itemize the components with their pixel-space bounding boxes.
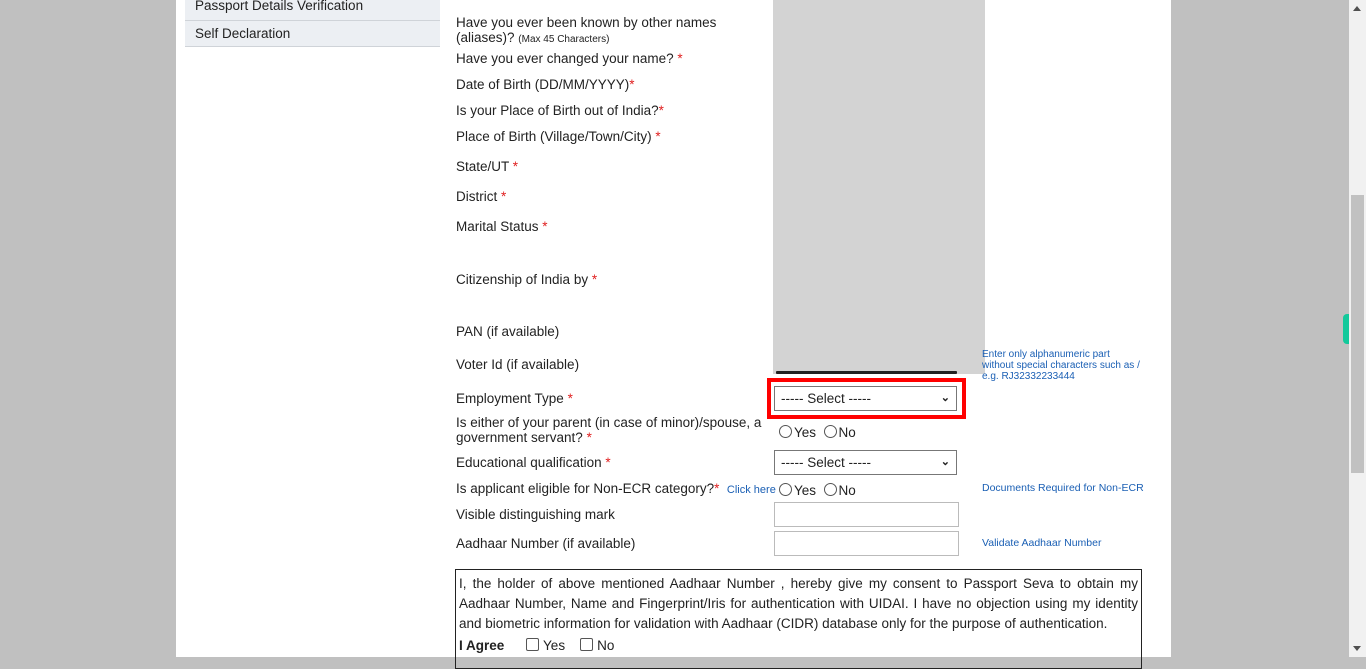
page-container bbox=[176, 0, 1171, 657]
i-agree-label: I Agree bbox=[459, 638, 505, 653]
agree-yes-checkbox[interactable] bbox=[526, 638, 540, 651]
required-mark: * bbox=[512, 159, 519, 174]
non-ecr-yes-radio[interactable] bbox=[779, 483, 792, 496]
employment-text: Employment Type bbox=[456, 391, 564, 406]
sidebar: Passport Details Verification Self Decla… bbox=[185, 0, 440, 47]
required-mark: * bbox=[629, 77, 635, 92]
marital-text: Marital Status bbox=[456, 219, 539, 234]
pob-label: Place of Birth (Village/Town/City) * bbox=[456, 129, 661, 144]
govt-servant-radio-group: Yes No bbox=[779, 425, 856, 440]
pob-out-label: Is your Place of Birth out of India?* bbox=[456, 103, 664, 118]
district-label: District * bbox=[456, 189, 506, 204]
agree-no-checkbox[interactable] bbox=[580, 638, 594, 651]
aliases-label-text-2: (aliases)? bbox=[456, 30, 515, 45]
required-mark: * bbox=[501, 189, 507, 204]
chevron-down-icon: ⌄ bbox=[940, 456, 950, 468]
aadhaar-number-input[interactable] bbox=[774, 531, 959, 556]
changed-name-text: Have you ever changed your name? bbox=[456, 51, 674, 66]
voter-hint-line-1: Enter only alphanumeric part bbox=[982, 349, 1110, 360]
voter-hint-line-3: e.g. RJ32332233444 bbox=[982, 371, 1075, 382]
chevron-down-icon: ⌄ bbox=[940, 392, 950, 404]
scroll-up-arrow-icon[interactable] bbox=[1353, 6, 1361, 11]
voter-id-hint: Enter only alphanumeric part without spe… bbox=[982, 349, 1140, 382]
aliases-label: Have you ever been known by other names … bbox=[456, 15, 716, 47]
required-mark: * bbox=[542, 219, 548, 234]
scroll-down-arrow-icon[interactable] bbox=[1353, 646, 1361, 651]
distinguishing-mark-label: Visible distinguishing mark bbox=[456, 507, 615, 522]
voter-hint-line-2: without special characters such as / bbox=[982, 360, 1140, 371]
sidebar-item-self-declaration[interactable]: Self Declaration bbox=[185, 21, 440, 47]
required-mark: * bbox=[567, 391, 573, 406]
required-mark: * bbox=[605, 455, 611, 470]
required-mark: * bbox=[714, 481, 720, 496]
education-select[interactable]: ----- Select ----- ⌄ bbox=[774, 450, 957, 475]
yes-label: Yes bbox=[794, 425, 817, 440]
no-label: No bbox=[838, 483, 856, 498]
non-ecr-click-here-link[interactable]: Click here bbox=[727, 484, 776, 496]
aadhaar-label: Aadhaar Number (if available) bbox=[456, 536, 636, 551]
dob-text: Date of Birth (DD/MM/YYYY) bbox=[456, 77, 630, 92]
yes-label: Yes bbox=[794, 483, 817, 498]
dob-label: Date of Birth (DD/MM/YYYY)* bbox=[456, 77, 635, 92]
no-label: No bbox=[838, 425, 856, 440]
pob-out-text: Is your Place of Birth out of India? bbox=[456, 103, 659, 118]
non-ecr-documents-link[interactable]: Documents Required for Non-ECR bbox=[982, 483, 1144, 494]
employment-type-label: Employment Type * bbox=[456, 391, 573, 406]
non-ecr-no-radio[interactable] bbox=[823, 483, 837, 496]
agree-yes-label: Yes bbox=[543, 638, 566, 653]
required-mark: * bbox=[677, 51, 683, 66]
validate-aadhaar-link[interactable]: Validate Aadhaar Number bbox=[982, 538, 1101, 549]
page-scrollbar[interactable] bbox=[1349, 0, 1366, 657]
citizenship-label: Citizenship of India by * bbox=[456, 272, 597, 287]
pan-label: PAN (if available) bbox=[456, 324, 560, 339]
consent-text: I, the holder of above mentioned Aadhaar… bbox=[459, 576, 1138, 631]
govt-servant-label: Is either of your parent (in case of min… bbox=[456, 415, 761, 445]
required-mark: * bbox=[655, 129, 661, 144]
non-ecr-text: Is applicant eligible for Non-ECR catego… bbox=[456, 481, 715, 496]
pob-text: Place of Birth (Village/Town/City) bbox=[456, 129, 652, 144]
changed-name-label: Have you ever changed your name? * bbox=[456, 51, 683, 66]
non-ecr-radio-group: Yes No bbox=[779, 483, 856, 498]
district-text: District bbox=[456, 189, 498, 204]
agree-no-label: No bbox=[597, 638, 615, 653]
scrollbar-thumb[interactable] bbox=[1351, 195, 1364, 473]
redacted-input-edge bbox=[776, 371, 957, 374]
employment-selected-value: ----- Select ----- bbox=[781, 391, 871, 406]
education-selected-value: ----- Select ----- bbox=[781, 455, 871, 470]
employment-type-select[interactable]: ----- Select ----- ⌄ bbox=[774, 386, 957, 411]
aadhaar-consent-box: I, the holder of above mentioned Aadhaar… bbox=[455, 569, 1142, 669]
agree-row: I Agree Yes No bbox=[459, 636, 1138, 656]
citizenship-text: Citizenship of India by bbox=[456, 272, 589, 287]
required-mark: * bbox=[591, 272, 598, 287]
aliases-hint: (Max 45 Characters) bbox=[518, 34, 610, 45]
education-text: Educational qualification bbox=[456, 455, 602, 470]
distinguishing-mark-input[interactable] bbox=[774, 502, 959, 527]
govt-text-2: government servant? bbox=[456, 430, 583, 445]
education-label: Educational qualification * bbox=[456, 455, 611, 470]
state-text: State/UT bbox=[456, 159, 510, 174]
required-mark: * bbox=[658, 103, 664, 118]
voter-id-label: Voter Id (if available) bbox=[456, 357, 580, 372]
required-mark: * bbox=[586, 430, 592, 445]
govt-text-1: Is either of your parent (in case of min… bbox=[456, 415, 762, 430]
aliases-label-text: Have you ever been known by other names bbox=[456, 15, 717, 30]
state-label: State/UT * bbox=[456, 159, 518, 174]
sidebar-item-passport-details-verification[interactable]: Passport Details Verification bbox=[185, 0, 440, 21]
govt-servant-yes-radio[interactable] bbox=[779, 425, 792, 438]
non-ecr-label: Is applicant eligible for Non-ECR catego… bbox=[456, 481, 776, 498]
govt-servant-no-radio[interactable] bbox=[823, 425, 837, 438]
marital-status-label: Marital Status * bbox=[456, 219, 548, 234]
redacted-fields-area bbox=[773, 0, 985, 374]
